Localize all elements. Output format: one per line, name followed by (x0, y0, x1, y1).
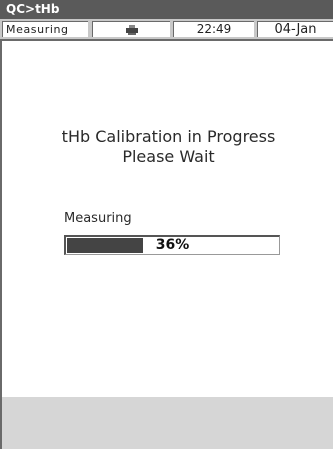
status-bar: Measuring 22:49 04-Jan (0, 19, 333, 41)
status-mode: Measuring (2, 21, 88, 37)
status-time: 22:49 (173, 21, 254, 37)
message-line-2: Please Wait (122, 147, 215, 166)
progress-label: Measuring (64, 211, 132, 226)
main-panel: tHb Calibration in Progress Please Wait … (0, 41, 333, 397)
printer-icon (125, 25, 138, 35)
screen-title: QC>tHb (6, 2, 60, 16)
message-line-1: tHb Calibration in Progress (61, 127, 276, 146)
title-bar: QC>tHb (0, 0, 333, 19)
device-screen: QC>tHb Measuring 22:49 04-Jan tHb Calibr… (0, 0, 333, 449)
progress-percent: 36% (155, 237, 190, 253)
status-date: 04-Jan (257, 21, 333, 37)
calibration-message: tHb Calibration in Progress Please Wait (2, 127, 333, 167)
status-icon-cell (92, 21, 170, 37)
progress-bar: 36% (64, 235, 280, 255)
footer-bar (0, 397, 333, 449)
